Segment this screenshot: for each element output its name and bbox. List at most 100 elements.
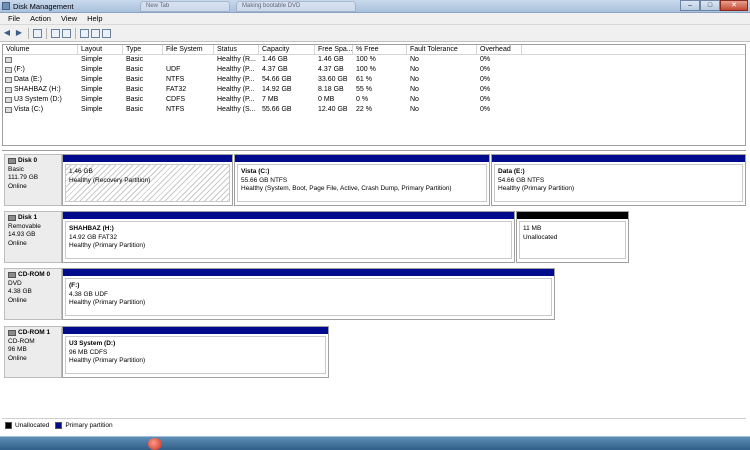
column-header-percent-free[interactable]: % Free — [353, 45, 407, 54]
table-row[interactable]: U3 System (D:) Simple Basic CDFS Healthy (P.… — [3, 95, 745, 105]
partition-info: 11 MB Unallocated — [519, 221, 626, 259]
cell-capacity: 7 MB — [262, 96, 279, 103]
volume-list-rows: Simple Basic Healthy (R... 1.46 GB 1.46 GB 10… — [3, 55, 745, 115]
toolbar-separator — [75, 27, 76, 39]
disk-name-text: Disk 1 — [18, 214, 38, 221]
properties-icon[interactable] — [51, 28, 60, 38]
refresh-icon[interactable] — [91, 28, 100, 38]
unallocated-space[interactable]: 11 MB Unallocated — [516, 211, 629, 263]
help-icon[interactable] — [62, 28, 71, 38]
cdrom-icon — [8, 330, 16, 337]
cell-overhead: 0% — [480, 76, 491, 83]
disk-type: Removable — [8, 222, 41, 230]
close-button[interactable]: ✕ — [720, 0, 748, 11]
cell-volume: Data (E:) — [3, 75, 78, 85]
cell-volume: SHAHBAZ (H:) — [3, 85, 78, 95]
partition-status: Unallocated — [523, 233, 558, 241]
column-header-free-space[interactable]: Free Spa... — [315, 45, 353, 54]
background-tab-1[interactable]: New Tab — [140, 1, 230, 12]
partition-status: Healthy (Primary Partition) — [69, 299, 146, 306]
column-header-layout[interactable]: Layout — [78, 45, 123, 54]
drive-icon — [5, 97, 12, 103]
partition-size: 54.66 GB NTFS — [498, 176, 545, 184]
table-row[interactable]: SHAHBAZ (H:) Simple Basic FAT32 Healthy (P..… — [3, 85, 745, 95]
cell-status: Healthy (P... — [217, 96, 255, 103]
back-arrow-icon[interactable]: ◀ — [2, 28, 12, 38]
partition-size: 1.46 GB — [69, 168, 93, 175]
export-icon[interactable] — [102, 28, 111, 38]
partition-block[interactable]: SHAHBAZ (H:) 14.92 GB FAT32 Healthy (Prima… — [62, 211, 515, 263]
column-header-type[interactable]: Type — [123, 45, 163, 54]
cell-percent-free: 100 % — [356, 56, 376, 63]
partition-block[interactable]: Data (E:) 54.66 GB NTFS Healthy (Primary P… — [491, 154, 746, 206]
minimize-button[interactable]: – — [680, 0, 700, 11]
primary-partition-stripe — [63, 269, 554, 276]
background-tab-2[interactable]: Making bootable DVD — [236, 1, 356, 12]
menu-help[interactable]: Help — [82, 14, 107, 23]
partition-block[interactable]: (F:) 4.38 GB UDF Healthy (Primary Partitio… — [62, 268, 555, 320]
partition-block[interactable]: Vista (C:) 55.66 GB NTFS Healthy (System, … — [234, 154, 490, 206]
taskbar-app-icon[interactable] — [148, 438, 162, 450]
maximize-button[interactable]: □ — [700, 0, 720, 11]
cell-file-system: UDF — [166, 66, 181, 73]
partition-status: Healthy (Recovery Partition) — [69, 176, 151, 184]
cell-percent-free: 0 % — [356, 96, 369, 103]
unallocated-swatch — [5, 421, 12, 429]
column-header-capacity[interactable]: Capacity — [259, 45, 315, 54]
primary-partition-stripe — [492, 155, 745, 162]
table-row[interactable]: Data (E:) Simple Basic NTFS Healthy (P... 54.… — [3, 75, 745, 85]
column-header-overhead[interactable]: Overhead — [477, 45, 522, 54]
volume-list[interactable]: Volume Layout Type File System Status Ca… — [2, 44, 746, 146]
column-header-file-system[interactable]: File System — [163, 45, 214, 54]
table-row[interactable]: Vista (C:) Simple Basic NTFS Healthy (S... 55… — [3, 105, 745, 115]
primary-partition-stripe — [63, 155, 232, 162]
column-header-status[interactable]: Status — [214, 45, 259, 54]
cell-volume: U3 System (D:) — [3, 95, 78, 105]
drive-icon — [5, 87, 12, 93]
partition-name: (F:) — [69, 282, 80, 289]
cell-file-system: NTFS — [166, 106, 185, 113]
partition-block[interactable]: U3 System (D:) 96 MB CDFS Healthy (Primary… — [62, 326, 329, 378]
disk-label[interactable]: Disk 1 Removable 14.93 GB Online — [4, 211, 62, 263]
partition-size: 14.92 GB FAT32 — [69, 233, 117, 241]
partition-status: Healthy (Primary Partition) — [69, 357, 146, 364]
cell-fault-tolerance: No — [410, 96, 419, 103]
removable-disk-icon — [8, 215, 16, 222]
disk-name: Disk 0 — [8, 157, 58, 166]
cell-layout: Simple — [81, 106, 103, 113]
unallocated-stripe — [517, 212, 628, 219]
primary-partition-stripe — [63, 212, 514, 219]
partition-info: Vista (C:) 55.66 GB NTFS Healthy (System, … — [237, 164, 487, 202]
disk-label[interactable]: CD-ROM 1 CD-ROM 96 MB Online — [4, 326, 62, 378]
disk-size: 96 MB — [8, 346, 27, 353]
column-header-fault-tolerance[interactable]: Fault Tolerance — [407, 45, 477, 54]
primary-partition-swatch — [55, 421, 63, 429]
cell-layout: Simple — [81, 76, 103, 83]
console-tree-icon[interactable] — [33, 28, 42, 38]
list-icon[interactable] — [80, 28, 89, 38]
partition-block[interactable]: 1.46 GB Healthy (Recovery Partition) — [62, 154, 233, 206]
hard-disk-icon — [8, 158, 16, 165]
toolbar: ◀ ▶ — [0, 25, 750, 42]
partition-name: Data (E:) — [498, 168, 525, 175]
disk-label[interactable]: Disk 0 Basic 111.79 GB Online — [4, 154, 62, 206]
partition-status: Healthy (Primary Partition) — [69, 242, 146, 249]
disk-type: CD-ROM — [8, 337, 35, 345]
cell-fault-tolerance: No — [410, 66, 419, 73]
partition-info: 1.46 GB Healthy (Recovery Partition) — [65, 164, 230, 202]
forward-arrow-icon[interactable]: ▶ — [14, 28, 24, 38]
table-row[interactable]: (F:) Simple Basic UDF Healthy (P... 4.37 GB 4.… — [3, 65, 745, 75]
partition-status: Healthy (System, Boot, Page File, Active… — [241, 185, 452, 192]
column-header-volume[interactable]: Volume — [3, 45, 78, 54]
cell-free-space: 33.60 GB — [318, 76, 348, 83]
cell-type: Basic — [126, 106, 144, 113]
menu-view[interactable]: View — [56, 14, 82, 23]
disk-label[interactable]: CD-ROM 0 DVD 4.38 GB Online — [4, 268, 62, 320]
disk-name: CD-ROM 0 — [8, 271, 58, 280]
partition-size: 55.66 GB NTFS — [241, 176, 288, 184]
cell-capacity: 55.66 GB — [262, 106, 292, 113]
menu-action[interactable]: Action — [25, 14, 56, 23]
menu-file[interactable]: File — [3, 14, 25, 23]
cell-free-space: 8.18 GB — [318, 86, 344, 93]
table-row[interactable]: Simple Basic Healthy (R... 1.46 GB 1.46 GB 10… — [3, 55, 745, 65]
